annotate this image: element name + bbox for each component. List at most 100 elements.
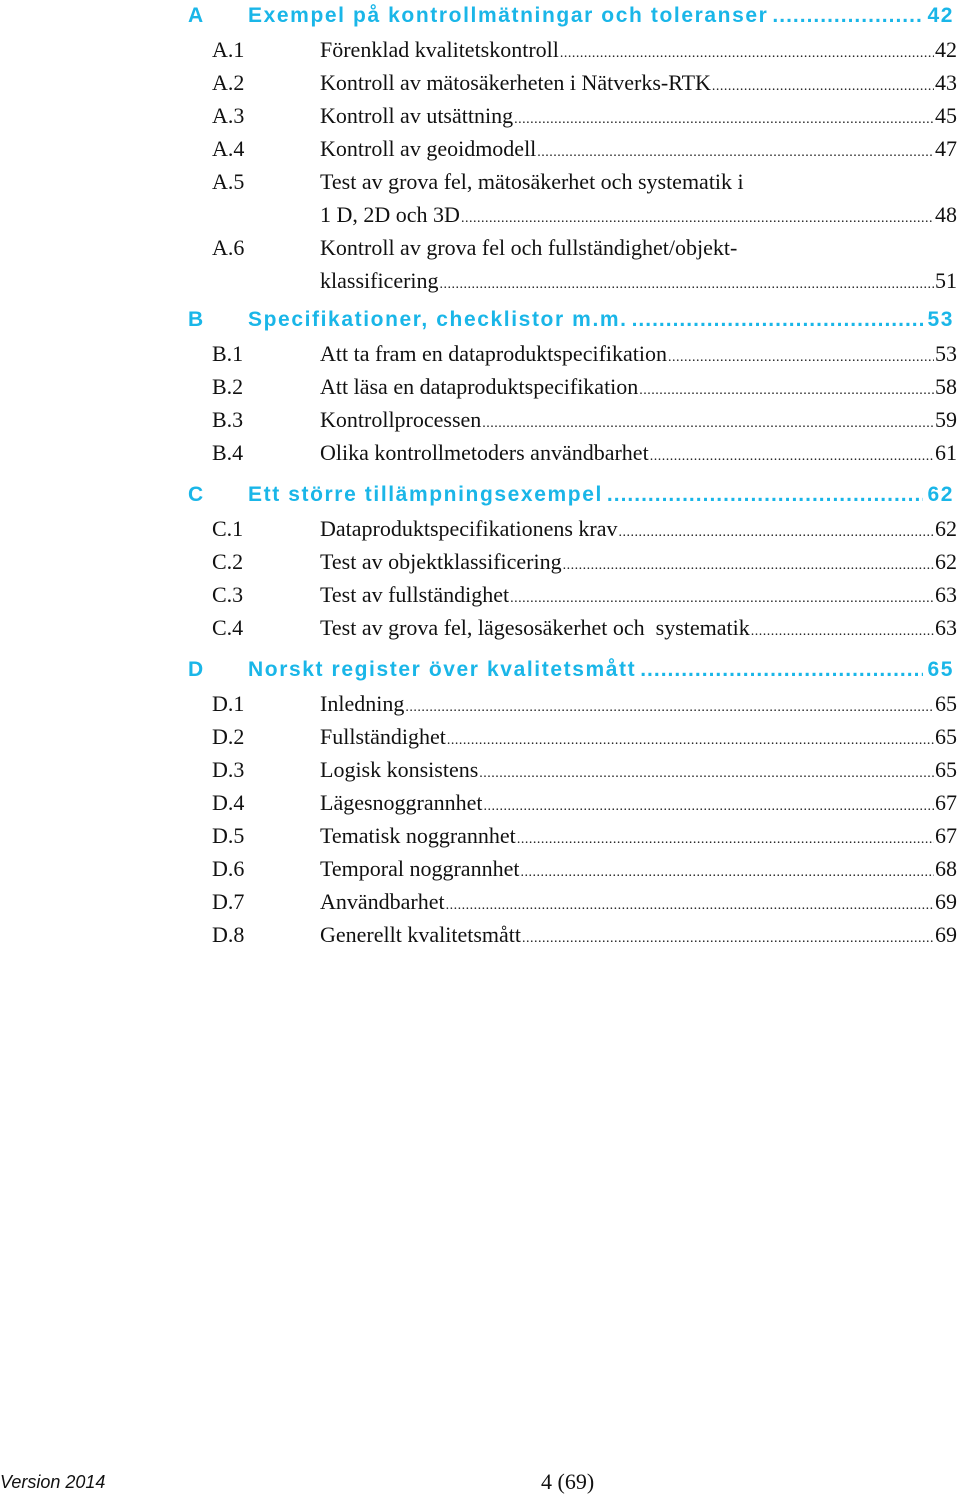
dot-leader (447, 733, 934, 749)
toc-entry[interactable]: D.7 Användbarhet 69 (212, 889, 957, 919)
toc-entry[interactable]: B.2 Att läsa en dataproduktspecifikation… (212, 374, 957, 404)
dot-leader (514, 112, 934, 128)
toc-entry[interactable]: D.2 Fullständighet 65 (212, 724, 957, 754)
entry-number: D.2 (212, 724, 245, 749)
entry-title: Tematisk noggrannhet (320, 823, 516, 848)
page-number: 63 (935, 582, 957, 607)
dot-leader (640, 658, 923, 682)
page-number: 62 (935, 516, 957, 541)
page-number: 65 (927, 658, 954, 681)
toc-entry[interactable]: B.1 Att ta fram en dataproduktspecifikat… (212, 341, 957, 371)
page-number: 48 (935, 202, 957, 227)
toc-entry[interactable]: A.4 Kontroll av geoidmodell 47 (212, 136, 957, 166)
dot-leader (563, 558, 934, 574)
dot-leader (607, 483, 924, 507)
toc-entry-continuation[interactable]: klassificering 51 (320, 268, 957, 298)
entry-title: Användbarhet (320, 889, 445, 914)
entry-number: C.4 (212, 615, 244, 640)
entry-title-line1: Kontroll av grova fel och fullständighet… (320, 235, 738, 260)
entry-number: A.6 (212, 235, 245, 260)
page-number: 53 (927, 308, 954, 331)
page-number: 69 (935, 889, 957, 914)
toc-section-heading[interactable]: D Norskt register över kvalitetsmått 65 (188, 658, 954, 688)
toc-entry[interactable]: A.1 Förenklad kvalitetskontroll 42 (212, 37, 957, 67)
entry-title: Förenklad kvalitetskontroll (320, 37, 559, 62)
page-number: 69 (935, 922, 957, 947)
dot-leader (668, 350, 934, 366)
entry-number: A.1 (212, 37, 245, 62)
dot-leader (772, 4, 923, 28)
entry-title: Test av fullständighet (320, 582, 510, 607)
toc-entry[interactable]: A.2 Kontroll av mätosäkerheten i Nätverk… (212, 70, 957, 100)
page-number: 65 (935, 757, 957, 782)
page-number: 67 (935, 823, 957, 848)
toc-entry[interactable]: C.4 Test av grova fel, lägesosäkerhet oc… (212, 615, 957, 645)
section-title: Norskt register över kvalitetsmått (248, 658, 637, 681)
dot-leader (446, 898, 934, 914)
entry-title: Temporal noggrannhet (320, 856, 520, 881)
entry-title: Lägesnoggrannhet (320, 790, 483, 815)
toc-entry[interactable]: D.4 Lägesnoggrannhet 67 (212, 790, 957, 820)
dot-leader (517, 832, 934, 848)
section-title: Exempel på kontrollmätningar och toleran… (248, 4, 769, 27)
toc-entry[interactable]: C.3 Test av fullständighet 63 (212, 582, 957, 612)
page-number: 53 (935, 341, 957, 366)
entry-title: 1 D, 2D och 3D (320, 202, 460, 227)
section-title: Ett större tillämpningsexempel (248, 483, 603, 506)
toc-entry[interactable]: D.6 Temporal noggrannhet 68 (212, 856, 957, 886)
page-number: 63 (935, 615, 957, 640)
entry-title: Test av grova fel, lägesosäkerhet och sy… (320, 615, 750, 640)
entry-title: Kontrollprocessen (320, 407, 482, 432)
toc-section-heading[interactable]: A Exempel på kontrollmätningar och toler… (188, 4, 954, 34)
toc-entry[interactable]: A.6 Kontroll av grova fel och fullständi… (212, 235, 957, 265)
toc-entry[interactable]: A.5 Test av grova fel, mätosäkerhet och … (212, 169, 957, 199)
toc-entry-continuation[interactable]: 1 D, 2D och 3D 48 (320, 202, 957, 232)
dot-leader (482, 416, 934, 432)
entry-number: D.4 (212, 790, 245, 815)
dot-leader (479, 766, 934, 782)
toc-entry[interactable]: D.3 Logisk konsistens 65 (212, 757, 957, 787)
toc-section-heading[interactable]: B Specifikationer, checklistor m.m. 53 (188, 308, 954, 338)
entry-title: Fullständighet (320, 724, 446, 749)
entry-title: Logisk konsistens (320, 757, 479, 782)
page-number: 62 (935, 549, 957, 574)
page-number: 65 (935, 691, 957, 716)
dot-leader (632, 308, 924, 332)
dot-leader (461, 211, 934, 227)
page-number: 42 (935, 37, 957, 62)
toc-entry[interactable]: D.5 Tematisk noggrannhet 67 (212, 823, 957, 853)
section-letter: D (188, 658, 205, 681)
dot-leader (751, 624, 934, 640)
entry-number: B.1 (212, 341, 244, 366)
section-letter: B (188, 308, 205, 331)
page-number: 65 (935, 724, 957, 749)
entry-number: A.5 (212, 169, 245, 194)
page-number: 62 (927, 483, 954, 506)
page-number: 58 (935, 374, 957, 399)
toc-entry[interactable]: D.1 Inledning 65 (212, 691, 957, 721)
entry-number: C.2 (212, 549, 244, 574)
entry-number: D.7 (212, 889, 245, 914)
entry-title: Kontroll av mätosäkerheten i Nätverks-RT… (320, 70, 711, 95)
page-number: 43 (935, 70, 957, 95)
dot-leader (712, 79, 934, 95)
entry-number: D.8 (212, 922, 245, 947)
entry-title: Dataproduktspecifikationens krav (320, 516, 618, 541)
toc-entry[interactable]: C.2 Test av objektklassificering 62 (212, 549, 957, 579)
entry-number: A.3 (212, 103, 245, 128)
page-number: 68 (935, 856, 957, 881)
entry-number: B.2 (212, 374, 244, 399)
toc-section-heading[interactable]: C Ett större tillämpningsexempel 62 (188, 483, 954, 513)
footer-version: Version 2014 (0, 1472, 106, 1492)
dot-leader (520, 865, 934, 881)
toc-entry[interactable]: A.3 Kontroll av utsättning 45 (212, 103, 957, 133)
entry-title: Olika kontrollmetoders användbarhet (320, 440, 649, 465)
toc-entry[interactable]: B.3 Kontrollprocessen 59 (212, 407, 957, 437)
dot-leader (440, 277, 934, 293)
toc-entry[interactable]: B.4 Olika kontrollmetoders användbarhet … (212, 440, 957, 470)
toc-entry[interactable]: D.8 Generellt kvalitetsmått 69 (212, 922, 957, 952)
toc-entry[interactable]: C.1 Dataproduktspecifikationens krav 62 (212, 516, 957, 546)
entry-title: Att ta fram en dataproduktspecifikation (320, 341, 667, 366)
entry-number: A.2 (212, 70, 245, 95)
page-number: 42 (927, 4, 954, 27)
